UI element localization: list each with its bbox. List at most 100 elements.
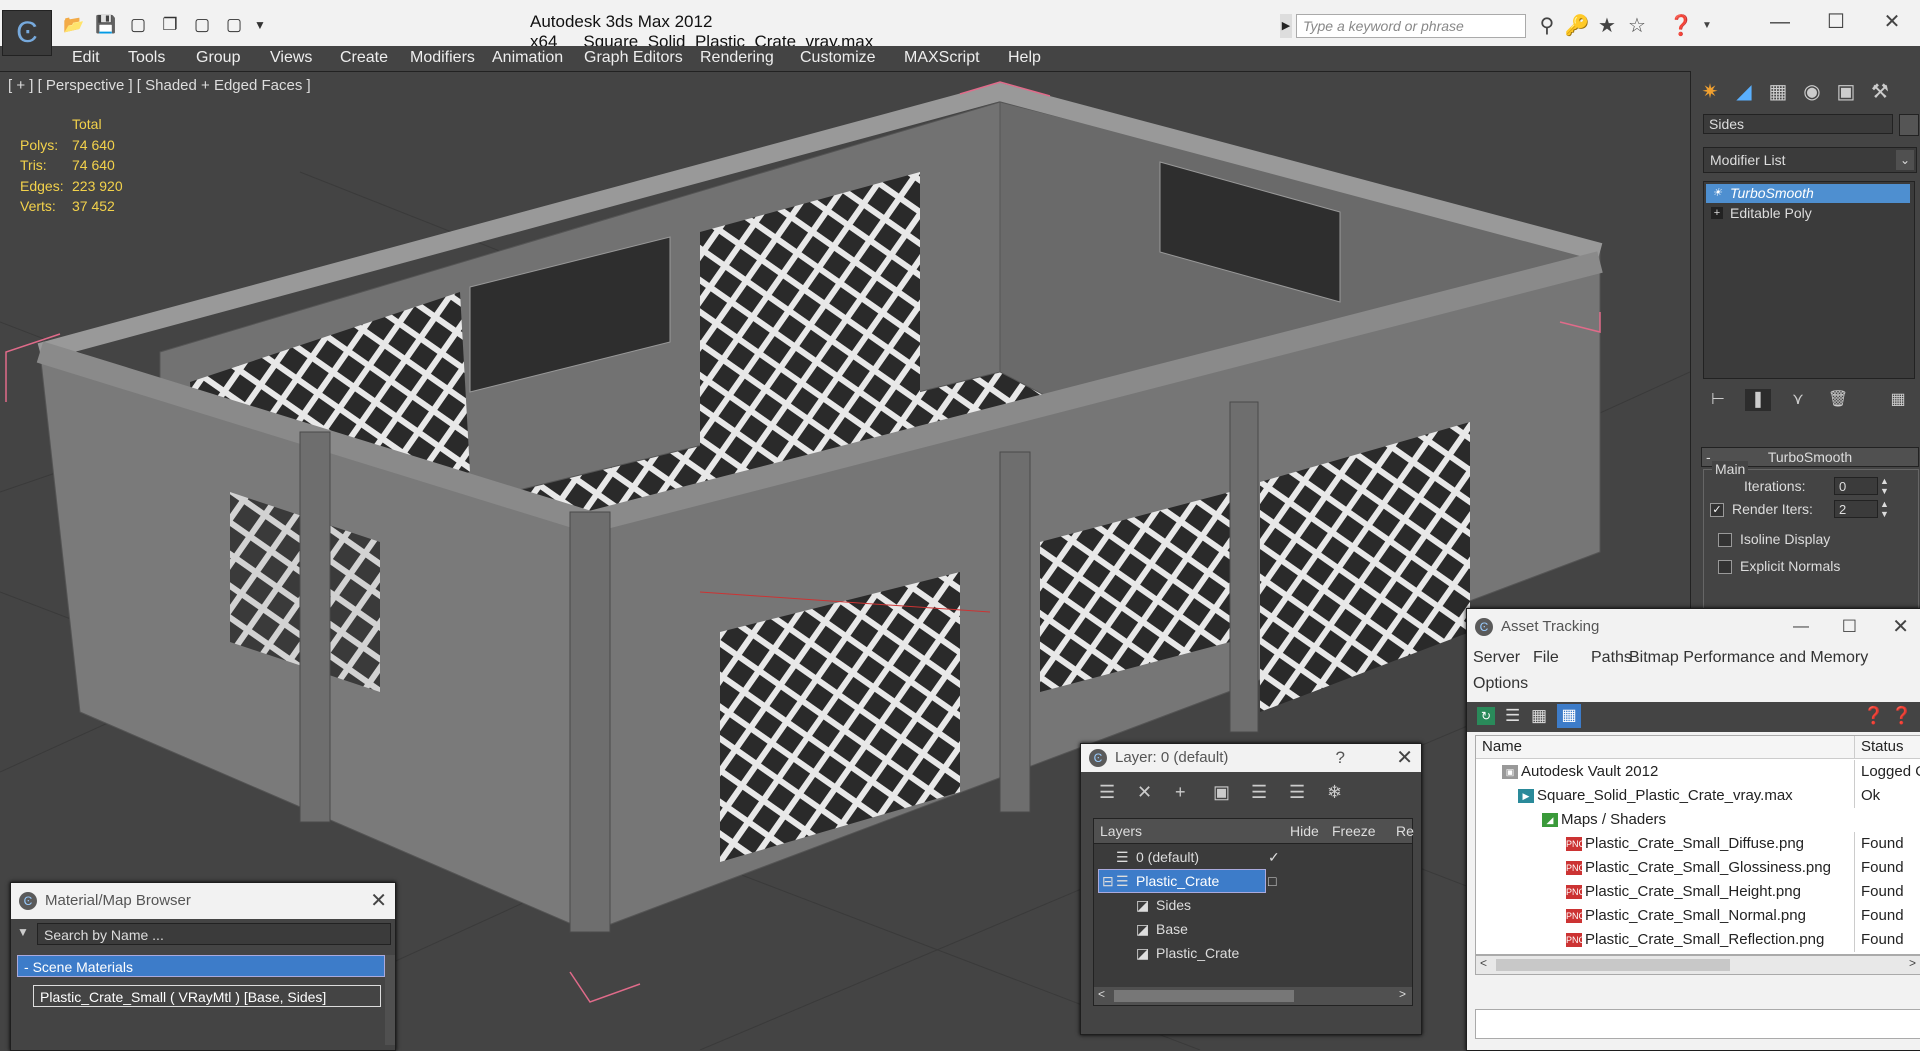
asset-row[interactable]: PNGPlastic_Crate_Small_Height.png Found — [1476, 880, 1920, 904]
display-tab-icon[interactable]: ▣ — [1831, 79, 1861, 105]
material-search-input[interactable]: Search by Name ... — [37, 923, 391, 945]
asset-row[interactable]: PNGPlastic_Crate_Small_Diffuse.png Found — [1476, 832, 1920, 856]
freeze-all-icon[interactable]: ❄ — [1327, 782, 1342, 803]
undo-icon[interactable]: ▢ — [126, 14, 150, 36]
remove-modifier-icon[interactable]: 🗑 — [1825, 389, 1851, 411]
asset-horizontal-scrollbar[interactable]: < > — [1475, 955, 1920, 975]
stack-item-editable-poly[interactable]: + Editable Poly — [1706, 204, 1910, 223]
object-color-swatch[interactable] — [1899, 114, 1919, 136]
menu-customize[interactable]: Customize — [800, 46, 876, 70]
material-list-item[interactable]: Plastic_Crate_Small ( VRayMtl ) [Base, S… — [33, 985, 381, 1007]
communication-center-icon[interactable]: ★ — [1594, 14, 1620, 38]
asset-path-field[interactable] — [1475, 1009, 1920, 1039]
active-layer-box-icon[interactable]: □ — [1268, 869, 1276, 893]
collapse-icon[interactable]: ⊟ — [1102, 869, 1114, 893]
scroll-thumb[interactable] — [1496, 959, 1730, 971]
scroll-right-icon[interactable]: > — [1399, 987, 1406, 1001]
close-icon[interactable]: ✕ — [370, 883, 387, 919]
at-menu-options[interactable]: Options — [1473, 675, 1528, 693]
hierarchy-tab-icon[interactable]: ▦ — [1763, 79, 1793, 105]
refresh-icon[interactable]: ↻ — [1477, 707, 1495, 725]
modify-tab-icon[interactable]: ◢ — [1729, 79, 1759, 105]
close-icon[interactable]: ✕ — [1396, 744, 1413, 772]
layer-object-row[interactable]: ◪ Sides — [1094, 893, 1412, 917]
menu-maxscript[interactable]: MAXScript — [904, 46, 980, 70]
menu-views[interactable]: Views — [270, 46, 312, 70]
vault-icon[interactable]: ❓ — [1891, 706, 1912, 726]
expand-plus-icon[interactable]: + — [1711, 207, 1723, 219]
scroll-right-icon[interactable]: > — [1909, 956, 1916, 970]
save-file-icon[interactable]: 💾 — [94, 14, 118, 36]
col-freeze[interactable]: Freeze — [1332, 819, 1376, 843]
menu-tools[interactable]: Tools — [128, 46, 165, 70]
minimize-icon[interactable]: — — [1760, 8, 1800, 36]
asset-row[interactable]: ▶ Square_Solid_Plastic_Crate_vray.max Ok — [1476, 784, 1920, 808]
make-unique-icon[interactable]: ⋎ — [1785, 389, 1811, 411]
options-menu-icon[interactable]: ▼ — [17, 925, 29, 939]
render-iters-spinner[interactable]: 2 — [1834, 500, 1878, 518]
scroll-thumb[interactable] — [1114, 990, 1294, 1002]
col-name[interactable]: Name — [1482, 738, 1522, 755]
collapse-icon[interactable]: - — [24, 959, 33, 975]
table-view-icon[interactable]: ▦ — [1557, 704, 1581, 728]
help-button[interactable]: ? — [1336, 744, 1345, 772]
open-file-icon[interactable]: 📂 — [62, 14, 86, 36]
scroll-left-icon[interactable]: < — [1098, 987, 1105, 1001]
thumbnail-view-icon[interactable]: ▦ — [1531, 706, 1547, 726]
maximize-icon[interactable]: ☐ — [1816, 8, 1856, 36]
iterations-spinner[interactable]: 0 — [1834, 477, 1878, 495]
help-icon[interactable]: ❓ — [1668, 14, 1694, 38]
layer-object-row[interactable]: ◪ Plastic_Crate — [1094, 941, 1412, 965]
show-end-result-icon[interactable]: ❚ — [1745, 389, 1771, 411]
menu-animation[interactable]: Animation — [492, 46, 563, 70]
search-expand-arrow[interactable]: ▶ — [1280, 14, 1292, 38]
asset-row[interactable]: PNGPlastic_Crate_Small_Normal.png Found — [1476, 904, 1920, 928]
layer-object-row[interactable]: ◪ Base — [1094, 917, 1412, 941]
explicit-normals-checkbox[interactable] — [1718, 560, 1732, 574]
utilities-tab-icon[interactable]: ⚒ — [1865, 79, 1895, 105]
vertical-scrollbar[interactable] — [385, 955, 395, 1045]
active-layer-check-icon[interactable]: ✓ — [1268, 845, 1280, 869]
binoculars-icon[interactable]: ⚲ — [1534, 14, 1560, 38]
material-browser-titlebar[interactable]: Ͼ Material/Map Browser ✕ — [11, 883, 395, 919]
lightbulb-icon[interactable]: ☀ — [1711, 187, 1723, 199]
workspace-icon[interactable]: ▢ — [222, 14, 246, 36]
at-menu-server[interactable]: Server — [1473, 649, 1520, 667]
layer-row[interactable]: ☰ 0 (default) ✓ — [1094, 845, 1412, 869]
scroll-left-icon[interactable]: < — [1480, 956, 1487, 970]
subscription-icon[interactable]: 🔑 — [1564, 14, 1590, 38]
at-menu-file[interactable]: File — [1533, 649, 1559, 667]
configure-modifier-sets-icon[interactable]: ▦ — [1885, 389, 1911, 411]
menu-graph-editors[interactable]: Graph Editors — [584, 46, 683, 70]
highlight-layer-icon[interactable]: ☰ — [1251, 782, 1267, 803]
scene-materials-group[interactable]: - Scene Materials — [17, 955, 385, 977]
motion-tab-icon[interactable]: ◉ — [1797, 79, 1827, 105]
close-icon[interactable]: ✕ — [1892, 609, 1909, 645]
asset-tracking-titlebar[interactable]: Ͼ Asset Tracking — ☐ ✕ — [1467, 609, 1920, 645]
col-status[interactable]: Status — [1854, 736, 1920, 758]
menu-create[interactable]: Create — [340, 46, 388, 70]
add-to-layer-icon[interactable]: + — [1175, 782, 1186, 803]
minimize-icon[interactable]: — — [1793, 609, 1809, 645]
asset-row[interactable]: PNGPlastic_Crate_Small_Glossiness.png Fo… — [1476, 856, 1920, 880]
maximize-icon[interactable]: ☐ — [1842, 609, 1857, 645]
help-icon[interactable]: ❓ — [1863, 706, 1884, 726]
stack-item-turbosmooth[interactable]: ☀ TurboSmooth — [1706, 184, 1910, 203]
viewport-label[interactable]: [ + ] [ Perspective ] [ Shaded + Edged F… — [8, 77, 311, 94]
col-hide[interactable]: Hide — [1290, 819, 1319, 843]
hide-all-icon[interactable]: ☰ — [1289, 782, 1305, 803]
create-layer-icon[interactable]: ☰ — [1099, 782, 1115, 803]
select-objects-icon[interactable]: ▣ — [1213, 782, 1230, 803]
menu-edit[interactable]: Edit — [72, 46, 100, 70]
delete-layer-icon[interactable]: ✕ — [1137, 782, 1152, 803]
redo-icon[interactable]: ❐ — [158, 14, 182, 36]
close-icon[interactable]: ✕ — [1872, 8, 1912, 36]
project-folder-icon[interactable]: ▢ — [190, 14, 214, 36]
spinner-arrows-icon[interactable]: ▲ ▼ — [1880, 476, 1889, 496]
col-render[interactable]: Re — [1396, 819, 1414, 843]
search-input[interactable]: Type a keyword or phrase — [1296, 14, 1526, 38]
pin-stack-icon[interactable]: ⊢ — [1705, 389, 1731, 411]
isoline-display-checkbox[interactable] — [1718, 533, 1732, 547]
menu-modifiers[interactable]: Modifiers — [410, 46, 475, 70]
at-menu-bitmap-performance[interactable]: Bitmap Performance and Memory — [1629, 649, 1868, 667]
